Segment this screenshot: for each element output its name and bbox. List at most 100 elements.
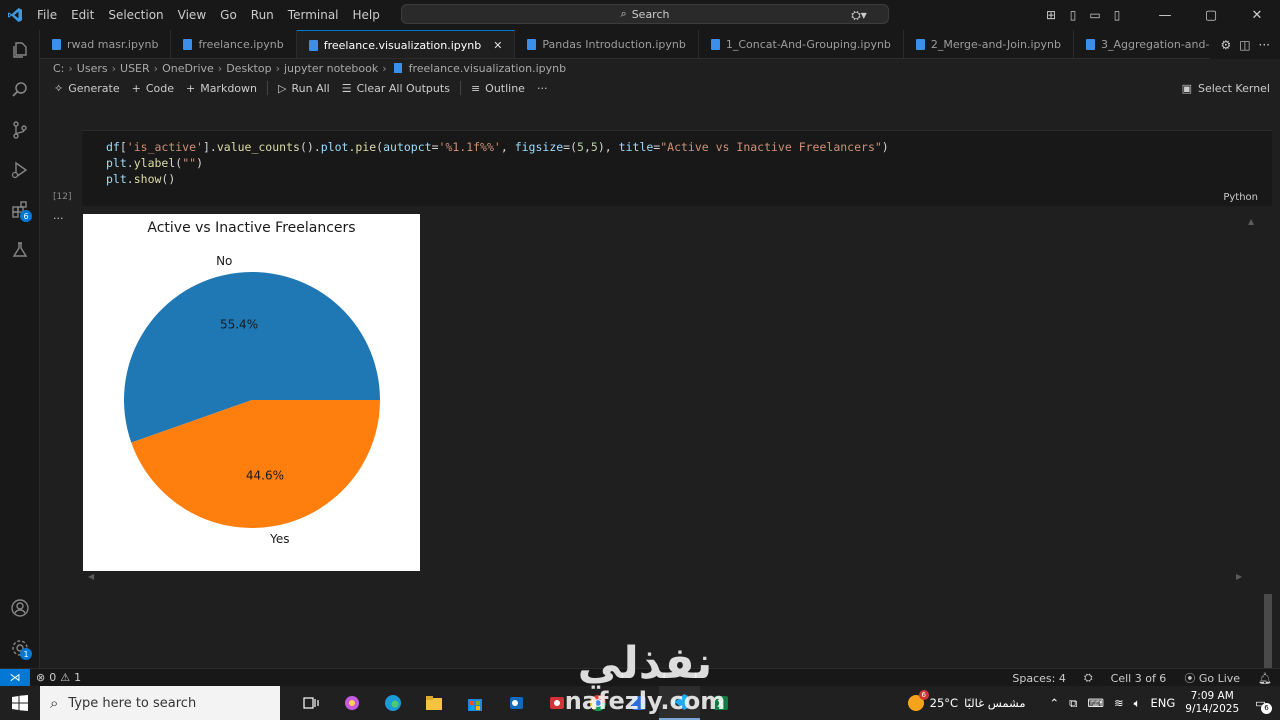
notebook-editor: df['is_active'].value_counts().plot.pie(… <box>40 100 1272 688</box>
breadcrumb-item[interactable]: USER <box>120 62 150 75</box>
tab-merge-and-join[interactable]: 2_Merge-and-Join.ipynb <box>904 30 1074 58</box>
sparkle-icon: ✧ <box>54 81 64 95</box>
cell-language-button[interactable]: Python <box>1223 192 1258 203</box>
minimize-button[interactable]: — <box>1142 8 1188 23</box>
run-all-button[interactable]: ▷ Run All <box>272 82 336 95</box>
maximize-button[interactable]: ▢ <box>1188 8 1234 23</box>
remote-indicator-icon[interactable]: ⋊ <box>0 668 30 687</box>
problems-status[interactable]: ⊗ 0 ⚠ 1 <box>30 671 81 684</box>
breadcrumb-item[interactable]: Desktop <box>226 62 271 75</box>
chrome-icon[interactable] <box>577 686 618 720</box>
breadcrumb-item[interactable]: OneDrive <box>162 62 214 75</box>
menu-selection[interactable]: Selection <box>101 0 170 30</box>
settings-gear-icon[interactable]: ⚙ <box>1220 38 1231 52</box>
notebook-file-icon <box>308 39 318 51</box>
wifi-icon[interactable]: ≋ <box>1114 696 1124 710</box>
close-tab-icon[interactable]: ✕ <box>493 39 502 52</box>
command-center-search[interactable]: ⌕ Search <box>401 4 889 24</box>
toggle-secondary-sidebar-icon[interactable]: ▯ <box>1106 8 1128 22</box>
microsoft-store-icon[interactable] <box>454 686 495 720</box>
breadcrumb-item[interactable]: C: <box>53 62 64 75</box>
customize-layout-icon[interactable]: ⊞ <box>1040 8 1062 22</box>
cell-position-status[interactable]: Cell 3 of 6 <box>1111 672 1167 685</box>
breadcrumb-item[interactable]: jupyter notebook <box>284 62 378 75</box>
code-editor[interactable]: df['is_active'].value_counts().plot.pie(… <box>106 139 889 187</box>
run-debug-icon[interactable] <box>0 150 40 190</box>
go-live-button[interactable]: ⦿ Go Live <box>1184 670 1240 686</box>
file-explorer-icon[interactable] <box>413 686 454 720</box>
kernel-icon: ▣ <box>1181 81 1192 95</box>
kernel-label: Select Kernel <box>1198 81 1270 95</box>
excel-icon[interactable]: X <box>700 686 741 720</box>
show-hidden-icons-icon[interactable]: ⌃ <box>1049 696 1059 710</box>
run-all-label: Run All <box>291 81 330 95</box>
extensions-icon[interactable]: 6 <box>0 190 40 230</box>
pie-chart-output: Active vs Inactive Freelancers 55.4% No 44… <box>83 214 420 571</box>
outline-button[interactable]: ≡ Outline <box>465 82 531 95</box>
clock[interactable]: 7:09 AM 9/14/2025 <box>1185 690 1239 716</box>
toggle-panel-icon[interactable]: ▭ <box>1084 8 1106 22</box>
notebook-file-icon <box>915 39 925 50</box>
edge-browser-icon[interactable] <box>372 686 413 720</box>
copilot-app-icon[interactable] <box>331 686 372 720</box>
breadcrumb-item[interactable]: freelance.visualization.ipynb <box>409 62 566 75</box>
error-icon: ⊗ <box>36 671 46 684</box>
tab-freelance[interactable]: freelance.ipynb <box>171 30 297 58</box>
menu-help[interactable]: Help <box>346 0 387 30</box>
task-view-icon[interactable] <box>290 686 331 720</box>
menu-edit[interactable]: Edit <box>64 0 101 30</box>
code-line-1: df['is_active'].value_counts().plot.pie(… <box>106 140 889 154</box>
menu-terminal[interactable]: Terminal <box>281 0 346 30</box>
select-kernel-button[interactable]: ▣ Select Kernel <box>1182 77 1270 99</box>
breadcrumb-separator: › <box>153 61 159 75</box>
volume-icon[interactable]: 🔈︎ <box>1134 696 1141 711</box>
copilot-status-icon[interactable]: ⛭ <box>1084 671 1093 685</box>
source-control-icon[interactable] <box>0 110 40 150</box>
add-code-cell-button[interactable]: + Code <box>126 82 180 95</box>
output-menu-button[interactable]: ··· <box>53 212 64 225</box>
scroll-up-arrow-icon[interactable]: ▲ <box>1248 217 1254 226</box>
weather-badge: 6 <box>918 690 929 700</box>
windows-start-icon[interactable] <box>0 686 40 720</box>
code-cell[interactable]: df['is_active'].value_counts().plot.pie(… <box>82 130 1272 206</box>
notifications-bell-icon[interactable]: 🔔︎ <box>1258 672 1272 685</box>
media-app-icon[interactable] <box>536 686 577 720</box>
search-placeholder: Search <box>631 7 670 21</box>
tab-freelance-visualization[interactable]: freelance.visualization.ipynb ✕ <box>296 30 516 58</box>
menu-run[interactable]: Run <box>244 0 281 30</box>
menu-go[interactable]: Go <box>213 0 244 30</box>
more-toolbar-button[interactable]: ··· <box>531 82 554 95</box>
notification-center-icon[interactable]: ▭ 6 <box>1255 696 1272 714</box>
scroll-left-arrow-icon[interactable]: ◀ <box>88 572 94 581</box>
vscode-taskbar-icon[interactable] <box>659 686 700 720</box>
search-view-icon[interactable] <box>0 70 40 110</box>
app-icon[interactable] <box>618 686 659 720</box>
clear-all-outputs-button[interactable]: ☰ Clear All Outputs <box>336 82 456 95</box>
language-indicator[interactable]: ENG <box>1151 696 1176 710</box>
toggle-primary-sidebar-icon[interactable]: ▯ <box>1062 8 1084 22</box>
meet-now-icon[interactable]: ⧉ <box>1069 696 1077 711</box>
breadcrumb-item[interactable]: Users <box>77 62 108 75</box>
tab-rwad-masr[interactable]: rwad masr.ipynb <box>40 30 172 58</box>
account-icon[interactable] <box>0 588 40 628</box>
extensions-badge: 6 <box>20 210 32 222</box>
split-editor-icon[interactable]: ◫ <box>1239 38 1250 52</box>
close-window-button[interactable]: ✕ <box>1234 8 1280 23</box>
indentation-status[interactable]: Spaces: 4 <box>1012 672 1065 685</box>
weather-widget[interactable]: 6 25°C مشمس غالبًا <box>907 690 1025 711</box>
tab-concat-and-grouping[interactable]: 1_Concat-And-Grouping.ipynb <box>699 30 904 58</box>
testing-flask-icon[interactable] <box>0 230 40 270</box>
tab-pandas-introduction[interactable]: Pandas Introduction.ipynb <box>515 30 699 58</box>
copilot-icon[interactable]: ⛭▾ <box>848 8 870 23</box>
menu-view[interactable]: View <box>171 0 213 30</box>
manage-gear-icon[interactable]: 1 <box>0 628 40 668</box>
add-markdown-cell-button[interactable]: + Markdown <box>180 82 263 95</box>
explorer-icon[interactable] <box>0 30 40 70</box>
menu-file[interactable]: File <box>30 0 64 30</box>
scroll-right-arrow-icon[interactable]: ▶ <box>1236 572 1242 581</box>
outlook-icon[interactable] <box>495 686 536 720</box>
more-actions-icon[interactable]: ··· <box>1259 38 1270 52</box>
generate-button[interactable]: ✧ Generate <box>48 82 126 95</box>
ime-icon[interactable]: ⌨ <box>1087 696 1104 710</box>
taskbar-search[interactable]: ⌕ Type here to search <box>40 686 280 720</box>
